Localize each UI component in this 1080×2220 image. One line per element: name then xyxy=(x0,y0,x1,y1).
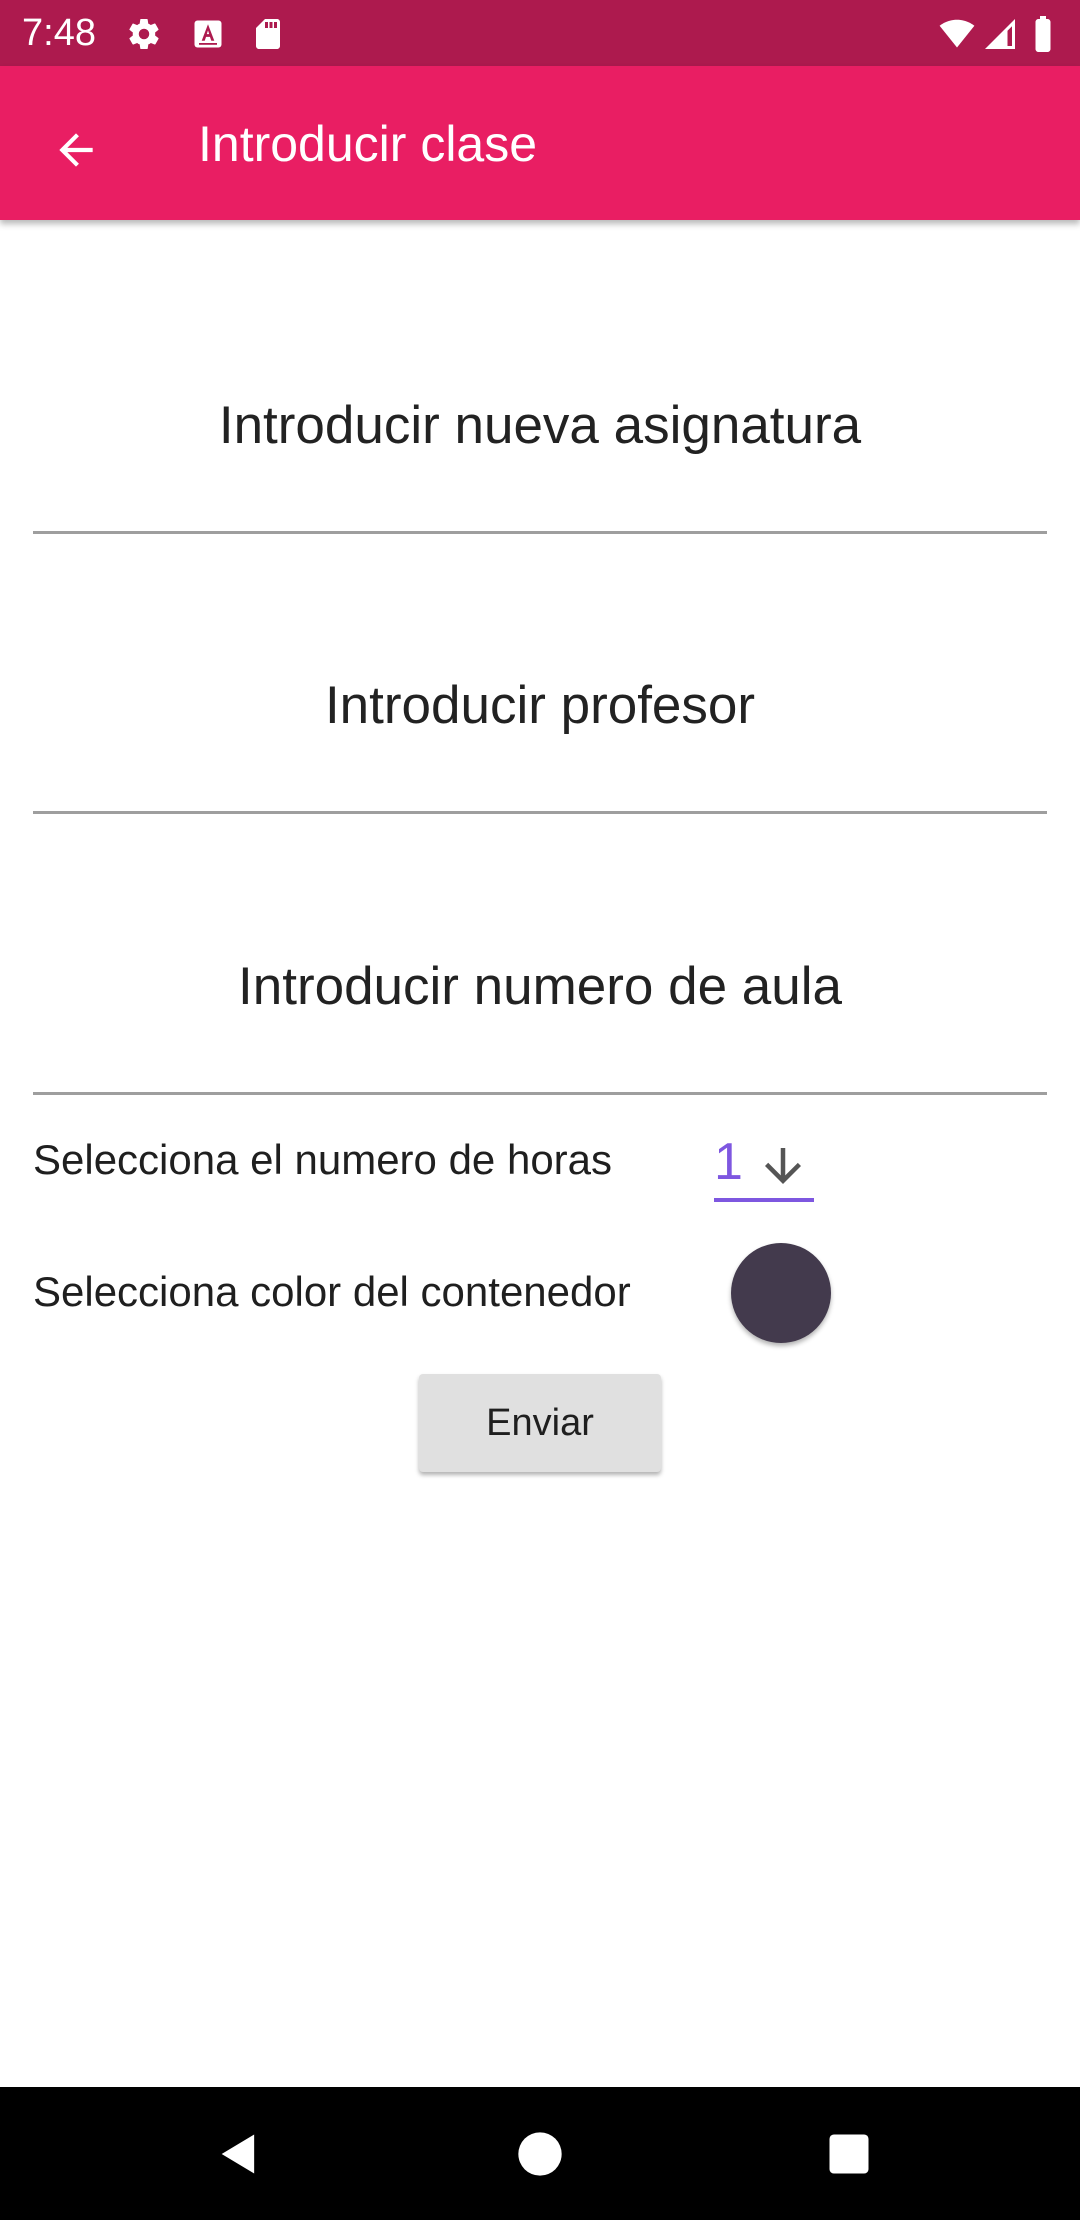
status-bar: 7:48 xyxy=(0,0,1080,66)
send-button[interactable]: Enviar xyxy=(419,1374,661,1472)
sd-card-icon xyxy=(250,16,286,52)
recents-square-icon xyxy=(823,2128,875,2180)
room-number-input[interactable]: Introducir numero de aula xyxy=(33,895,1047,1095)
back-triangle-icon xyxy=(213,2128,265,2180)
navigation-bar xyxy=(0,2087,1080,2220)
nav-home-button[interactable] xyxy=(503,2117,577,2191)
hours-spinner[interactable]: 1 xyxy=(714,1127,814,1202)
signal-icon xyxy=(982,16,1018,52)
arrow-down-icon xyxy=(756,1139,810,1193)
hours-spinner-value: 1 xyxy=(714,1133,743,1191)
gear-icon xyxy=(126,16,162,52)
nav-back-button[interactable] xyxy=(202,2117,276,2191)
teacher-input-hint: Introducir profesor xyxy=(324,676,756,735)
battery-icon xyxy=(1030,16,1056,52)
home-circle-icon xyxy=(514,2128,566,2180)
wifi-icon xyxy=(936,16,978,52)
page-title: Introducir clase xyxy=(198,116,538,172)
subject-input-hint: Introducir nueva asignatura xyxy=(218,396,862,455)
app-bar: Introducir clase xyxy=(0,66,1080,220)
status-time: 7:48 xyxy=(22,12,96,54)
font-a-icon xyxy=(190,16,226,52)
room-number-input-hint: Introducir numero de aula xyxy=(238,957,842,1016)
back-button[interactable] xyxy=(36,110,116,190)
container-color-label: Selecciona color del contenedor xyxy=(33,1268,631,1315)
teacher-input[interactable]: Introducir profesor xyxy=(33,614,1047,814)
hours-label: Selecciona el numero de horas xyxy=(33,1136,613,1183)
arrow-back-icon xyxy=(51,125,101,175)
container-color-picker[interactable] xyxy=(731,1243,831,1343)
subject-input[interactable]: Introducir nueva asignatura xyxy=(33,334,1047,534)
nav-recents-button[interactable] xyxy=(812,2117,886,2191)
